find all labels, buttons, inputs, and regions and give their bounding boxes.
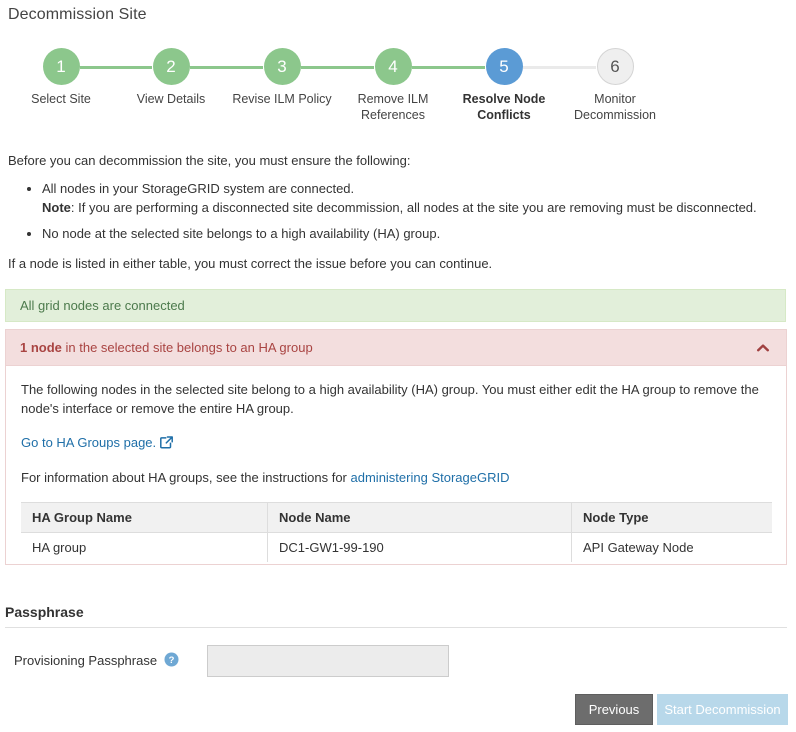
step-number-6: 6 [597,48,634,85]
column-header-node-type: Node Type [572,503,773,533]
cell-node-name: DC1-GW1-99-190 [268,533,572,563]
instructions-closing: If a node is listed in either table, you… [8,254,788,273]
instructions-list: All nodes in your StorageGRID system are… [8,179,788,243]
stepper-step-monitor-decommission[interactable]: 6 Monitor Decommission [560,48,670,123]
stepper-step-remove-ilm-references[interactable]: 4 Remove ILM References [338,48,448,123]
administering-docs-row: For information about HA groups, see the… [21,468,761,487]
ha-group-conflict-description: The following nodes in the selected site… [21,380,761,418]
column-header-ha-group-name: HA Group Name [21,503,268,533]
step-label-1: Select Site [6,91,116,107]
external-link-icon[interactable] [160,435,173,448]
table-body: HA group DC1-GW1-99-190 API Gateway Node [21,533,772,563]
step-label-3: Revise ILM Policy [227,91,337,107]
administering-docs-prefix: For information about HA groups, see the… [21,470,351,485]
help-circle-icon[interactable]: ? [164,652,179,667]
step-number-2: 2 [153,48,190,85]
instructions-item-1-text: All nodes in your StorageGRID system are… [42,181,354,196]
provisioning-passphrase-input[interactable] [207,645,449,677]
note-label: Note [42,200,71,215]
go-to-ha-groups-link[interactable]: Go to HA Groups page. [21,435,156,450]
instructions-item-no-ha-group: No node at the selected site belongs to … [42,224,788,243]
table-row[interactable]: HA group DC1-GW1-99-190 API Gateway Node [21,533,772,563]
ha-group-conflict-panel: 1 node in the selected site belongs to a… [5,329,787,565]
ha-group-conflict-table: HA Group Name Node Name Node Type HA gro… [21,502,772,563]
provisioning-passphrase-label: Provisioning Passphrase [14,653,157,668]
ha-groups-link-row: Go to HA Groups page. [21,433,761,452]
stepper-step-view-details[interactable]: 2 View Details [116,48,226,107]
ha-group-conflict-body: The following nodes in the selected site… [6,366,786,563]
page-title: Decommission Site [8,6,147,24]
passphrase-section-title: Passphrase [5,604,84,620]
column-header-node-name: Node Name [268,503,572,533]
ha-group-conflict-header[interactable]: 1 node in the selected site belongs to a… [6,330,786,366]
stepper-step-select-site[interactable]: 1 Select Site [6,48,116,107]
table-header-row: HA Group Name Node Name Node Type [21,503,772,533]
cell-ha-group-name: HA group [21,533,268,563]
step-number-1: 1 [43,48,80,85]
note-text: : If you are performing a disconnected s… [71,200,757,215]
ha-group-conflict-message: in the selected site belongs to an HA gr… [62,340,313,355]
step-label-6: Monitor Decommission [560,91,670,123]
passphrase-section-divider [5,627,787,628]
step-number-4: 4 [375,48,412,85]
step-label-5: Resolve Node Conflicts [449,91,559,123]
decommission-stepper: 1 Select Site 2 View Details 3 Revise IL… [0,48,796,138]
ha-group-conflict-header-text: 1 node in the selected site belongs to a… [20,330,313,365]
step-number-3: 3 [264,48,301,85]
instructions-block: Before you can decommission the site, yo… [8,151,788,273]
step-label-2: View Details [116,91,226,107]
start-decommission-button[interactable]: Start Decommission [657,694,788,725]
chevron-up-icon[interactable] [756,341,770,355]
table-header: HA Group Name Node Name Node Type [21,503,772,533]
svg-text:?: ? [169,655,175,666]
instructions-item-nodes-connected: All nodes in your StorageGRID system are… [42,179,788,217]
ha-group-conflict-count: 1 node [20,340,62,355]
banner-all-nodes-connected: All grid nodes are connected [5,289,786,322]
step-label-4: Remove ILM References [338,91,448,123]
instructions-item-2-text: No node at the selected site belongs to … [42,226,440,241]
previous-button[interactable]: Previous [575,694,653,725]
administering-storagegrid-link[interactable]: administering StorageGRID [351,470,510,485]
instructions-lead: Before you can decommission the site, yo… [8,153,411,168]
step-number-5: 5 [486,48,523,85]
stepper-step-resolve-node-conflicts[interactable]: 5 Resolve Node Conflicts [449,48,559,123]
cell-node-type: API Gateway Node [572,533,773,563]
stepper-step-revise-ilm-policy[interactable]: 3 Revise ILM Policy [227,48,337,107]
